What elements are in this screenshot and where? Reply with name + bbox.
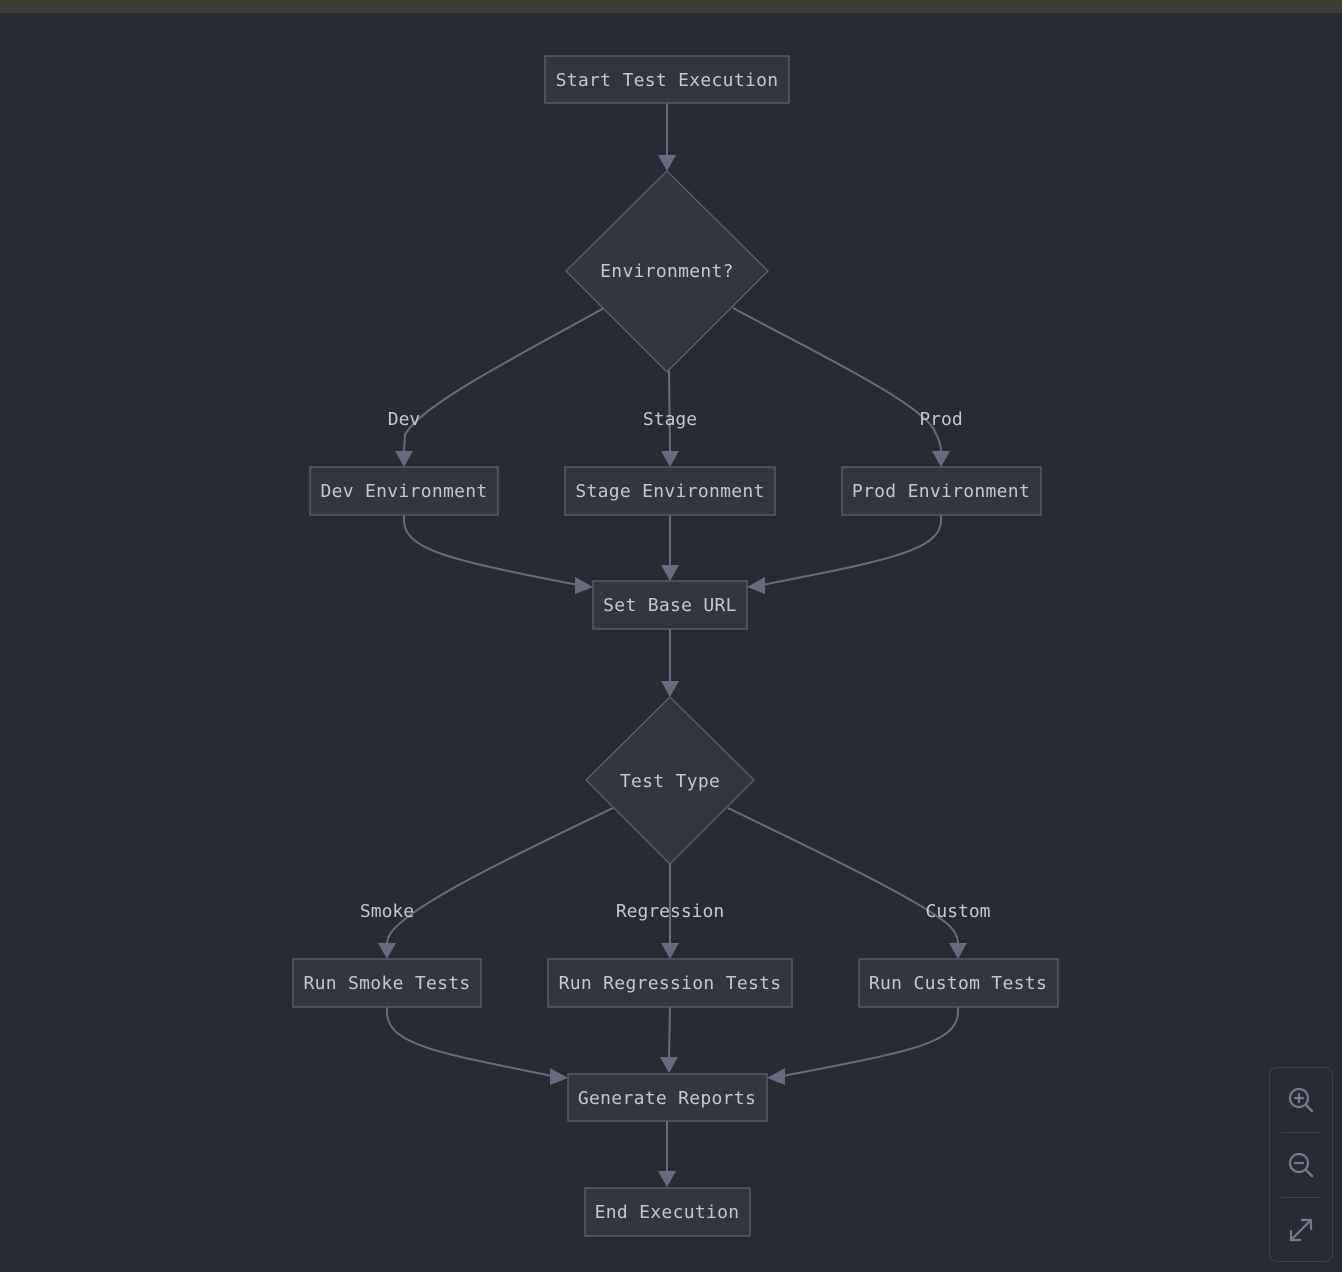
edge-ttype-custom <box>727 807 959 945</box>
edge-label-regression: Regression <box>616 901 724 922</box>
fit-view-button[interactable] <box>1270 1198 1332 1262</box>
arrowhead <box>661 565 679 581</box>
node-generate-reports[interactable]: Generate Reports <box>567 1073 768 1122</box>
arrowhead <box>661 943 679 959</box>
edge-label-dev: Dev <box>388 409 421 430</box>
arrowhead <box>949 943 967 959</box>
edge-label-custom: Custom <box>925 901 990 922</box>
node-environment-decision[interactable]: Environment? <box>565 170 769 373</box>
edge-env-dev <box>403 307 605 453</box>
zoom-out-icon <box>1288 1152 1314 1178</box>
node-test-type-decision[interactable]: Test Type <box>585 696 755 865</box>
zoom-in-button[interactable] <box>1270 1068 1332 1132</box>
node-end-execution[interactable]: End Execution <box>584 1187 751 1237</box>
expand-icon <box>1289 1218 1313 1242</box>
node-label: Run Regression Tests <box>559 973 782 994</box>
node-set-base-url[interactable]: Set Base URL <box>592 580 748 630</box>
arrowhead <box>395 451 413 467</box>
node-dev-environment[interactable]: Dev Environment <box>309 466 499 516</box>
node-prod-environment[interactable]: Prod Environment <box>841 466 1042 516</box>
node-label: Run Custom Tests <box>869 973 1047 994</box>
arrowhead <box>658 155 676 171</box>
node-label: Start Test Execution <box>556 70 779 91</box>
edge-smoke-reports <box>386 1007 553 1077</box>
arrowhead <box>550 1068 568 1085</box>
arrowhead <box>658 1171 676 1187</box>
node-label: Environment? <box>600 261 734 282</box>
edge-label-smoke: Smoke <box>360 901 414 922</box>
node-label: Set Base URL <box>603 595 737 616</box>
zoom-controls <box>1269 1067 1333 1262</box>
node-run-regression-tests[interactable]: Run Regression Tests <box>547 958 793 1008</box>
node-label: Prod Environment <box>852 481 1030 502</box>
edge-prod-base <box>761 515 942 586</box>
arrowhead <box>378 943 396 959</box>
arrowhead <box>575 577 593 594</box>
node-label: Dev Environment <box>320 481 487 502</box>
arrowhead <box>661 681 679 697</box>
edge-label-prod: Prod <box>919 409 962 430</box>
edge-dev-base <box>403 515 579 586</box>
arrowhead <box>767 1068 785 1085</box>
arrowhead <box>661 451 679 467</box>
node-label: Test Type <box>620 771 720 792</box>
edge-env-prod <box>732 307 942 453</box>
arrowhead <box>660 1057 678 1073</box>
arrowhead <box>747 577 765 594</box>
edge-regr-reports <box>668 1006 671 1059</box>
edge-label-stage: Stage <box>643 409 697 430</box>
node-start[interactable]: Start Test Execution <box>544 55 790 104</box>
node-stage-environment[interactable]: Stage Environment <box>564 466 776 516</box>
node-label: Stage Environment <box>575 481 764 502</box>
node-run-smoke-tests[interactable]: Run Smoke Tests <box>292 958 482 1008</box>
node-run-custom-tests[interactable]: Run Custom Tests <box>858 958 1059 1008</box>
flowchart-canvas[interactable]: Dev Stage Prod Smoke Regression Custom S… <box>0 0 1342 1272</box>
edge-custom-reports <box>782 1007 959 1077</box>
edge-ttype-smoke <box>386 807 614 945</box>
arrowhead <box>932 451 950 467</box>
node-label: Run Smoke Tests <box>303 973 470 994</box>
node-label: Generate Reports <box>578 1088 756 1109</box>
zoom-out-button[interactable] <box>1270 1133 1332 1197</box>
node-label: End Execution <box>595 1202 740 1223</box>
zoom-in-icon <box>1288 1087 1314 1113</box>
